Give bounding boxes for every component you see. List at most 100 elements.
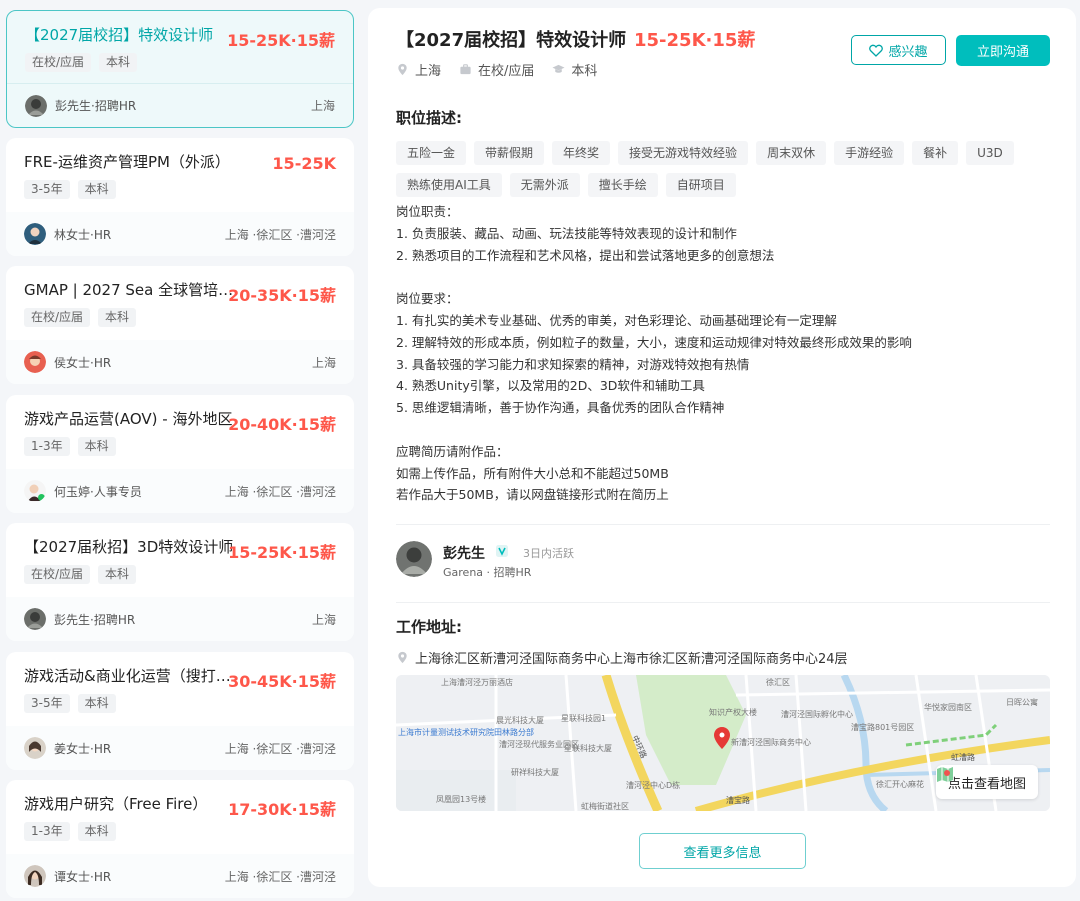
detail-city: 上海: [415, 64, 442, 79]
address-text: 上海徐汇区新漕河泾国际商务中心上海市徐汇区新漕河泾国际商务中心24层: [415, 652, 848, 667]
view-map-label: 点击查看地图: [947, 776, 1026, 792]
view-map-button[interactable]: 点击查看地图: [935, 765, 1038, 799]
map-label: 星联科技大厦: [564, 743, 612, 753]
detail-title: 【2027届校招】特效设计师: [396, 30, 627, 51]
map-label: 新漕河泾国际商务中心: [731, 737, 811, 747]
job-salary: 20-35K·15薪: [228, 286, 336, 305]
description-line: 岗位职责：: [396, 204, 459, 219]
hr-name: 彭先生·招聘HR: [54, 612, 136, 627]
job-tag: 在校/应届: [25, 53, 92, 72]
job-salary: 15-25K·15薪: [228, 543, 336, 562]
job-location: 上海 ·徐汇区 ·漕河泾: [224, 227, 336, 242]
keyword-tag: 接受无游戏特效经验: [618, 141, 749, 165]
map-label: 上海市计量测试技术研究院田林路分部: [398, 727, 534, 737]
work-address: 上海徐汇区新漕河泾国际商务中心上海市徐汇区新漕河泾国际商务中心24层: [396, 648, 848, 667]
hr-name: 侯女士·HR: [54, 355, 112, 370]
briefcase-icon: [460, 64, 471, 75]
interest-label: 感兴趣: [888, 44, 928, 60]
job-tag: 本科: [77, 694, 116, 713]
divider: [396, 524, 1050, 525]
detail-degree: 本科: [571, 64, 598, 79]
map-label: 晨光科技大厦: [496, 715, 544, 725]
chat-now-button[interactable]: 立即沟通: [956, 35, 1050, 66]
job-tag: 1-3年: [24, 437, 70, 456]
description-line: 4. 熟悉Unity引擎，以及常用的2D、3D软件和辅助工具: [396, 378, 705, 394]
description-line: [396, 419, 1046, 441]
address-heading: 工作地址:: [396, 618, 462, 636]
job-tag: 本科: [98, 308, 137, 327]
keyword-tag: 自研项目: [665, 173, 736, 197]
keyword-tag: 周末双休: [756, 141, 827, 165]
job-card[interactable]: 【2027届校招】特效设计师 15-25K·15薪 在校/应届 本科 彭先生·招…: [6, 10, 354, 128]
hr-name: 林女士·HR: [54, 227, 112, 242]
map-label: 日晖公寓: [1006, 697, 1038, 707]
job-card[interactable]: GMAP | 2027 Sea 全球管培生… 20-35K·15薪 在校/应届 …: [6, 266, 354, 384]
boss-info[interactable]: 彭先生 3日内活跃 Garena · 招聘HR: [396, 541, 996, 579]
job-salary: 15-25K: [272, 154, 336, 173]
avatar: [24, 608, 46, 630]
job-card[interactable]: 【2027届秋招】3D特效设计师 15-25K·15薪 在校/应届 本科 彭先生…: [6, 523, 354, 641]
description-line: 1. 有扎实的美术专业基础、优秀的审美，对色彩理论、动画基础理论有一定理解: [396, 312, 837, 328]
description-line: 2. 理解特效的形成本质，例如粒子的数量，大小，速度和运动规律对特效最终形成效果…: [396, 334, 912, 350]
job-salary: 17-30K·15薪: [228, 800, 336, 819]
heart-icon: [869, 44, 884, 57]
job-tag: 本科: [77, 822, 116, 841]
map-label: 徐汇区: [766, 677, 790, 687]
keyword-tag: 熟练使用AI工具: [396, 173, 502, 197]
job-title: 【2027届秋招】3D特效设计师: [24, 538, 234, 556]
map-label: 漕宝路801号园区: [851, 722, 914, 732]
map-label: 研祥科技大厦: [511, 767, 559, 777]
job-title: FRE-运维资产管理PM（外派）: [24, 153, 230, 171]
keyword-tag: 带薪假期: [474, 141, 545, 165]
boss-active-status: 3日内活跃: [523, 547, 574, 560]
avatar: [24, 865, 46, 887]
avatar: [25, 94, 47, 117]
job-salary: 30-45K·15薪: [228, 672, 336, 691]
keyword-tag: 年终奖: [552, 141, 611, 165]
keyword-tag: U3D: [966, 141, 1014, 165]
job-tag: 本科: [77, 180, 116, 199]
job-location: 上海: [310, 99, 335, 113]
location-pin-icon: [398, 63, 407, 76]
description-line: 2. 熟悉项目的工作流程和艺术风格，提出和尝试落地更多的创意想法: [396, 247, 775, 263]
job-card[interactable]: FRE-运维资产管理PM（外派） 15-25K 3-5年 本科 林女士·HR 上…: [6, 138, 354, 256]
interest-button[interactable]: 感兴趣: [851, 35, 946, 65]
map-label: 知识产权大楼: [709, 707, 757, 717]
avatar: [24, 480, 46, 502]
map-label: 漕河泾国际孵化中心: [781, 709, 853, 719]
view-more-button[interactable]: 查看更多信息: [639, 833, 806, 869]
job-location: 上海 ·徐汇区 ·漕河泾: [224, 741, 336, 756]
boss-avatar: [396, 541, 432, 577]
description-line: 岗位要求：: [396, 291, 459, 307]
keyword-tag: 餐补: [912, 141, 959, 165]
keyword-tag: 五险一金: [396, 141, 467, 165]
location-pin-icon: [398, 651, 407, 664]
job-card[interactable]: 游戏活动&商业化运营（搜打撤） 30-45K·15薪 3-5年 本科 姜女士·H…: [6, 652, 354, 770]
map-icon: [936, 767, 953, 782]
job-tag: 1-3年: [24, 822, 70, 841]
boss-name: 彭先生: [443, 546, 485, 562]
job-tag: 3-5年: [24, 180, 70, 199]
job-list: 【2027届校招】特效设计师 15-25K·15薪 在校/应届 本科 彭先生·招…: [0, 0, 360, 901]
job-tag: 在校/应届: [24, 565, 91, 584]
job-title: 游戏用户研究（Free Fire）: [24, 795, 208, 813]
avatar: [24, 351, 46, 373]
job-tag: 本科: [99, 53, 138, 72]
description-line: 1. 负责服装、藏品、动画、玩法技能等特效表现的设计和制作: [396, 225, 737, 241]
job-card[interactable]: 游戏用户研究（Free Fire） 17-30K·15薪 1-3年 本科 谭女士…: [6, 780, 354, 898]
job-detail-panel: 【2027届校招】特效设计师 15-25K·15薪 上海 在校/应届 本科 感兴…: [368, 8, 1076, 887]
keyword-tags: 五险一金 带薪假期 年终奖 接受无游戏特效经验 周末双休 手游经验 餐补 U3D…: [396, 141, 1036, 197]
job-location: 上海: [311, 355, 336, 370]
description-line: 5. 思维逻辑清晰，善于协作沟通，具备优秀的团队合作精神: [396, 400, 725, 416]
job-card[interactable]: 游戏产品运营(AOV) - 海外地区 20-40K·15薪 1-3年 本科 何玉…: [6, 395, 354, 513]
detail-salary: 15-25K·15薪: [634, 30, 756, 51]
hr-name: 谭女士·HR: [54, 869, 112, 884]
keyword-tag: 手游经验: [834, 141, 905, 165]
map-label: 凤凰园13号楼: [436, 794, 486, 804]
hr-name: 何玉婷·人事专员: [54, 484, 142, 499]
job-salary: 20-40K·15薪: [228, 415, 336, 434]
description-heading: 职位描述:: [396, 109, 462, 127]
detail-meta: 上海 在校/应届 本科: [396, 60, 597, 79]
location-map[interactable]: 上海漕河泾万丽酒店 晨光科技大厦 星联科技园1 知识产权大楼 漕河泾国际孵化中心…: [396, 675, 1050, 811]
keyword-tag: 无需外派: [509, 173, 580, 197]
